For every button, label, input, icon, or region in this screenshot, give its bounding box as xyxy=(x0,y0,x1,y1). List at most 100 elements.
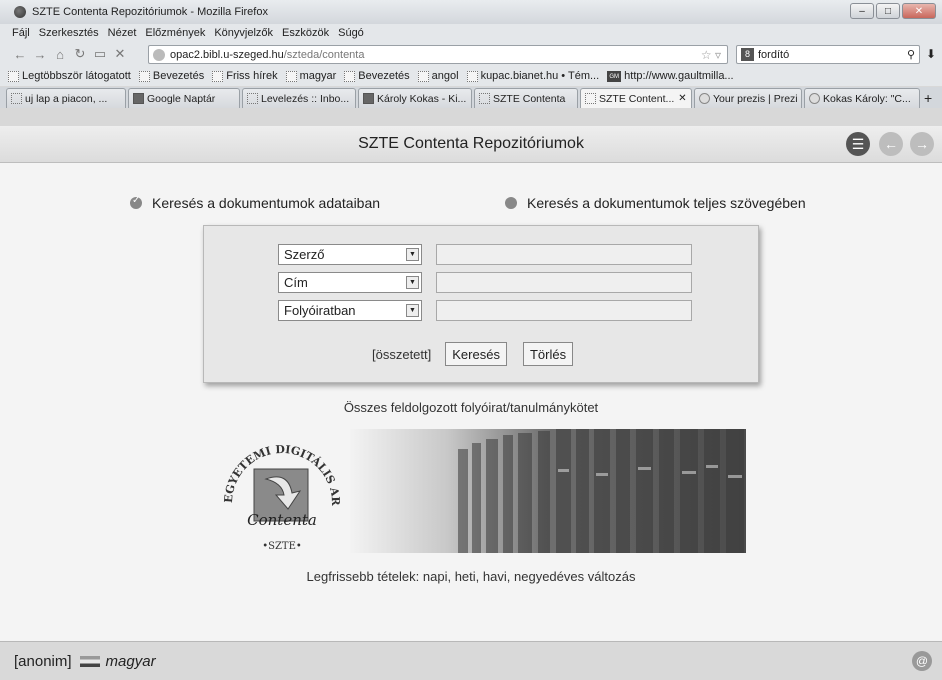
language-link[interactable]: magyar xyxy=(106,653,156,670)
dropdown-arrow-icon[interactable]: ▼ xyxy=(406,304,419,317)
bookmark-label: angol xyxy=(431,70,459,82)
facebook-icon xyxy=(363,93,374,104)
latest-suffix: változás xyxy=(587,569,636,584)
forward-icon[interactable]: → xyxy=(30,45,50,63)
clear-button[interactable]: Törlés xyxy=(522,342,574,366)
page-forward-icon[interactable]: → xyxy=(910,132,934,156)
latest-daily-link[interactable]: napi xyxy=(423,569,448,584)
search-input-author[interactable] xyxy=(436,244,692,265)
select-value: Cím xyxy=(284,275,308,290)
bookmark-icon xyxy=(8,70,19,82)
list-icon[interactable]: ☰ xyxy=(846,132,870,156)
tab-facebook[interactable]: Károly Kokas - Ki... xyxy=(358,88,472,108)
maximize-button[interactable]: □ xyxy=(876,3,900,19)
advanced-search-link[interactable]: [összetett] xyxy=(372,347,431,362)
logo-script-text: Contenta xyxy=(247,511,317,529)
bookmark-item[interactable]: Bevezetés xyxy=(344,70,410,82)
screen-icon[interactable]: ▭ xyxy=(90,45,110,63)
firefox-icon xyxy=(14,6,26,18)
tab-strip: uj lap a piacon, ... Google Naptár Level… xyxy=(0,87,942,108)
menu-view[interactable]: Nézet xyxy=(108,27,137,39)
bookmark-label: http://www.gaultmilla... xyxy=(624,70,734,82)
magnifier-icon[interactable]: ⚲ xyxy=(907,48,915,61)
tab-prezi[interactable]: Your prezis | Prezi xyxy=(694,88,802,108)
tab-calendar[interactable]: Google Naptár xyxy=(128,88,240,108)
tab-szte-contenta[interactable]: SZTE Contenta xyxy=(474,88,578,108)
search-form: Szerző ▼ Cím ▼ Folyóiratban ▼ [összetett] K… xyxy=(203,225,759,383)
latest-quarterly-link[interactable]: negyedéves xyxy=(514,569,584,584)
radio-unchecked-icon[interactable] xyxy=(505,197,517,209)
new-tab-button[interactable]: + xyxy=(922,88,934,108)
bookmark-item[interactable]: GM http://www.gaultmilla... xyxy=(607,70,734,82)
minimize-button[interactable]: – xyxy=(850,3,874,19)
search-engine-icon[interactable]: 8 xyxy=(741,48,754,61)
back-icon[interactable]: ← xyxy=(10,45,30,63)
rss-icon xyxy=(212,70,224,82)
bookmark-item[interactable]: Bevezetés xyxy=(138,70,204,82)
search-bar[interactable]: 8 fordító ⚲ xyxy=(736,45,920,64)
home-icon[interactable]: ⌂ xyxy=(50,45,70,63)
radio-metadata-label: Keresés a dokumentumok adataiban xyxy=(152,195,381,211)
menu-tools[interactable]: Eszközök xyxy=(282,27,329,39)
tab-label: Google Naptár xyxy=(147,92,216,105)
tab-gmail[interactable]: uj lap a piacon, ... xyxy=(6,88,126,108)
bookmark-icon xyxy=(466,70,478,82)
field-select-title[interactable]: Cím ▼ xyxy=(278,272,422,293)
search-bar-value: fordító xyxy=(758,48,790,61)
radio-checked-icon[interactable] xyxy=(130,195,142,209)
bookmark-star-icon[interactable]: ☆ ▿ xyxy=(701,48,721,62)
bookmark-item[interactable]: angol xyxy=(417,70,459,82)
menu-edit[interactable]: Szerkesztés xyxy=(39,27,99,39)
bookmark-icon xyxy=(417,70,429,82)
page-content: Keresés a dokumentumok adataiban Keresés… xyxy=(0,163,942,641)
flag-icon[interactable] xyxy=(79,655,100,667)
menu-history[interactable]: Előzmények xyxy=(145,27,205,39)
tab-label: Your prezis | Prezi xyxy=(713,92,798,105)
search-button[interactable]: Keresés xyxy=(445,342,507,366)
radio-metadata-search[interactable]: Keresés a dokumentumok adataiban xyxy=(130,195,380,211)
search-input-journal[interactable] xyxy=(436,300,692,321)
close-window-button[interactable]: ✕ xyxy=(902,3,936,19)
dropdown-arrow-icon[interactable]: ▼ xyxy=(406,248,419,261)
close-tab-icon[interactable]: ✕ xyxy=(678,93,686,104)
field-select-journal[interactable]: Folyóiratban ▼ xyxy=(278,300,422,321)
search-input-title[interactable] xyxy=(436,272,692,293)
tab-label: uj lap a piacon, ... xyxy=(25,92,108,105)
url-bar[interactable]: opac2.bibl.u-szeged.hu /szteda/contenta … xyxy=(148,45,728,64)
latest-weekly-link[interactable]: heti xyxy=(455,569,476,584)
window-controls: – □ ✕ xyxy=(850,3,936,19)
menu-help[interactable]: Súgó xyxy=(338,27,364,39)
user-status[interactable]: [anonim] xyxy=(14,653,72,670)
bookmark-item[interactable]: Legtöbbször látogatott xyxy=(8,70,131,82)
menu-file[interactable]: Fájl xyxy=(12,27,30,39)
page-icon xyxy=(479,93,490,104)
at-icon[interactable]: @ xyxy=(912,651,932,671)
page-footer: [anonim] magyar @ xyxy=(0,641,942,680)
tab-szte-contenta-active[interactable]: SZTE Content... ✕ xyxy=(580,88,692,108)
bookmarks-toolbar: Legtöbbször látogatott Bevezetés Friss h… xyxy=(0,66,942,86)
bookmark-item[interactable]: kupac.bianet.hu • Tém... xyxy=(466,70,600,82)
tab-kokas[interactable]: Kokas Károly: "C... xyxy=(804,88,920,108)
bookmark-item[interactable]: Friss hírek xyxy=(212,70,278,82)
radio-fulltext-search[interactable]: Keresés a dokumentumok teljes szövegében xyxy=(505,195,806,211)
prezi-icon xyxy=(809,93,820,104)
bookmark-icon xyxy=(344,70,356,82)
tab-label: Kokas Károly: "C... xyxy=(823,92,911,105)
tab-mail[interactable]: Levelezés :: Inbo... xyxy=(242,88,356,108)
gmail-icon xyxy=(11,93,22,104)
bookmark-label: Legtöbbször látogatott xyxy=(22,70,131,82)
dropdown-arrow-icon[interactable]: ▼ xyxy=(406,276,419,289)
page-back-icon[interactable]: ← xyxy=(879,132,903,156)
stop-icon[interactable]: ✕ xyxy=(110,45,130,63)
bookmark-label: Bevezetés xyxy=(358,70,410,82)
logo-bottom-text: •SZTE• xyxy=(262,541,302,552)
bookmark-label: kupac.bianet.hu • Tém... xyxy=(480,70,600,82)
menu-bookmarks[interactable]: Könyvjelzők xyxy=(214,27,273,39)
all-processed-link[interactable]: Összes feldolgozott folyóirat/tanulmányk… xyxy=(0,400,942,415)
reload-icon[interactable]: ↻ xyxy=(70,45,90,63)
bookmark-item[interactable]: magyar xyxy=(285,70,336,82)
download-icon[interactable]: ⬇ xyxy=(926,47,936,61)
field-select-author[interactable]: Szerző ▼ xyxy=(278,244,422,265)
tab-label: Levelezés :: Inbo... xyxy=(261,92,350,105)
latest-monthly-link[interactable]: havi xyxy=(483,569,507,584)
